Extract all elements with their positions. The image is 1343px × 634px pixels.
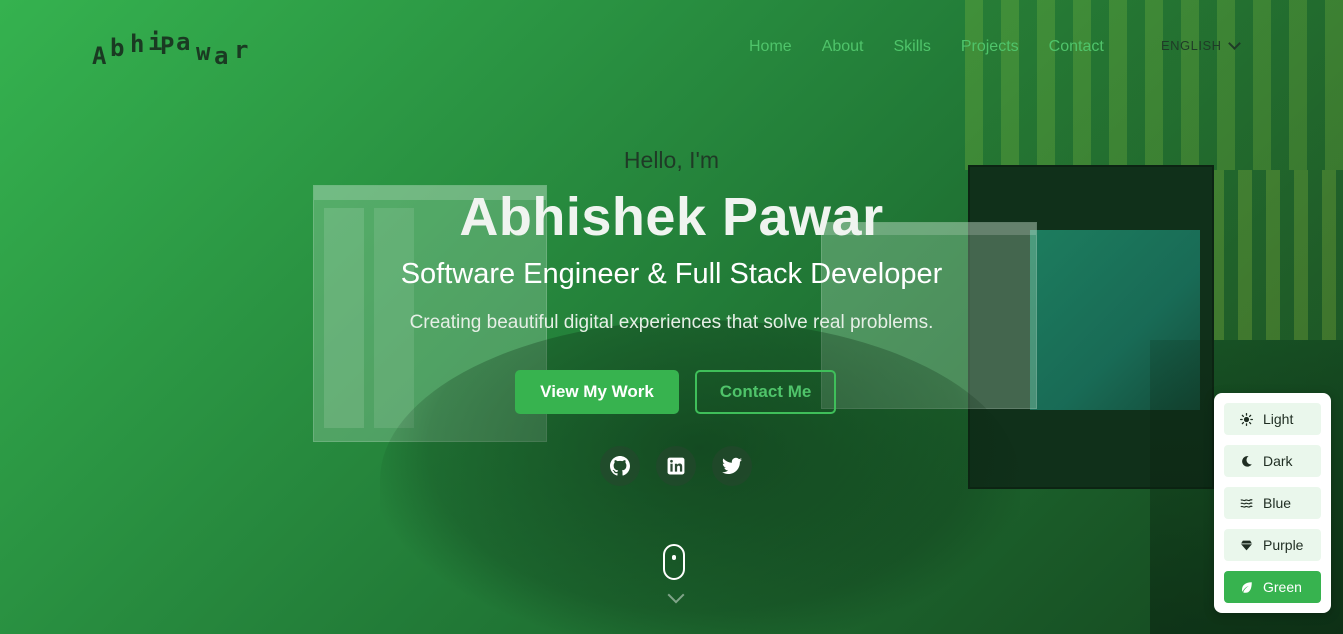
nav-link-skills[interactable]: Skills xyxy=(894,37,931,57)
moon-icon xyxy=(1242,455,1252,467)
main-nav: Home About Skills Projects Contact xyxy=(749,37,1134,57)
leaf-icon xyxy=(1242,581,1252,593)
nav-link-contact[interactable]: Contact xyxy=(1049,37,1104,57)
hero-role: Software Engineer & Full Stack Developer xyxy=(400,258,943,290)
theme-option-blue[interactable]: Blue xyxy=(1224,487,1321,519)
background-person-silhouette xyxy=(380,320,1020,634)
theme-option-label: Blue xyxy=(1263,495,1292,511)
theme-option-dark[interactable]: Dark xyxy=(1224,445,1321,477)
nav-link-projects[interactable]: Projects xyxy=(961,37,1019,57)
theme-option-label: Dark xyxy=(1263,453,1293,469)
logo-letter: P xyxy=(160,32,177,60)
chevron-down-icon xyxy=(1227,37,1241,50)
theme-option-light[interactable]: Light xyxy=(1224,403,1321,435)
nav-link-home[interactable]: Home xyxy=(749,37,792,57)
github-link[interactable] xyxy=(600,446,640,486)
logo-letter: h xyxy=(130,30,147,58)
language-selector[interactable]: ENGLISH xyxy=(1161,37,1241,53)
theme-option-label: Purple xyxy=(1263,537,1304,553)
nav-link-about[interactable]: About xyxy=(822,37,864,57)
sun-icon xyxy=(1240,412,1253,426)
theme-option-purple[interactable]: Purple xyxy=(1224,529,1321,561)
waves-icon xyxy=(1240,498,1253,508)
logo-letter: w xyxy=(196,38,213,66)
hero-tagline: Creating beautiful digital experiences t… xyxy=(409,312,934,333)
hero-greeting: Hello, I'm xyxy=(623,147,720,173)
logo-letter: a xyxy=(214,42,231,70)
logo-letter: b xyxy=(110,34,127,62)
scroll-down-indicator[interactable] xyxy=(663,544,685,580)
hero-name: Abhishek Pawar xyxy=(459,187,884,247)
twitter-link[interactable] xyxy=(712,446,752,486)
twitter-icon xyxy=(722,457,742,474)
linkedin-link[interactable] xyxy=(656,446,696,486)
theme-option-label: Light xyxy=(1263,411,1294,427)
background-curtain xyxy=(965,0,1343,170)
language-label: ENGLISH xyxy=(1161,38,1222,53)
view-my-work-button[interactable]: View My Work xyxy=(515,370,679,414)
gem-icon xyxy=(1240,540,1253,550)
logo-letter: a xyxy=(176,28,193,56)
logo-letter: r xyxy=(234,36,251,64)
theme-option-green[interactable]: Green xyxy=(1224,571,1321,603)
theme-option-label: Green xyxy=(1263,579,1302,595)
theme-switcher-panel: Light Dark Blue Purple Green xyxy=(1214,393,1331,613)
contact-me-button[interactable]: Contact Me xyxy=(695,370,836,414)
linkedin-icon xyxy=(667,457,685,475)
site-logo[interactable]: AbhiPawar xyxy=(92,28,272,70)
github-icon xyxy=(610,456,630,476)
scroll-wheel-dot xyxy=(672,555,676,560)
logo-letter: A xyxy=(92,42,109,70)
